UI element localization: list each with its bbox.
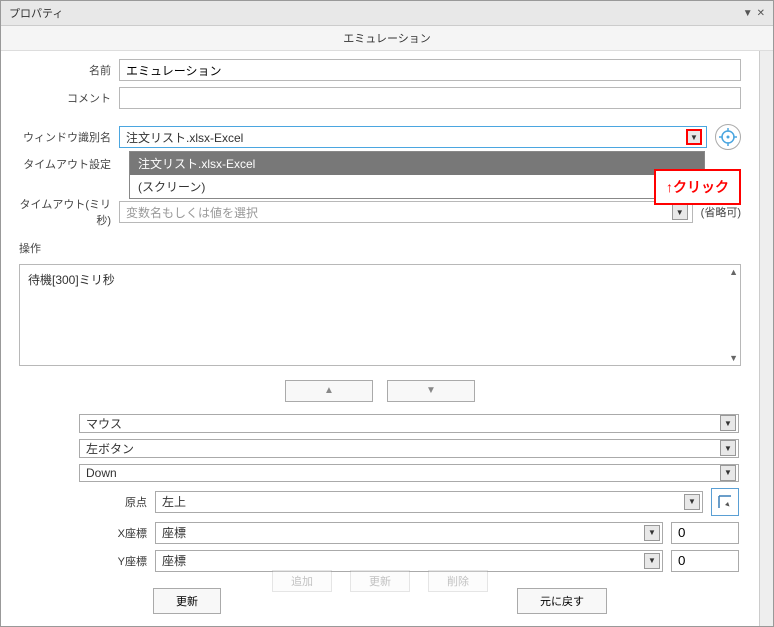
- mouse-combo[interactable]: マウス ▼: [79, 414, 739, 433]
- ops-scroll-up-icon[interactable]: ▲: [729, 267, 738, 277]
- windowid-dropdown-button[interactable]: ▼: [686, 129, 702, 145]
- comment-input[interactable]: [119, 87, 741, 109]
- action-dropdown-button[interactable]: ▼: [720, 465, 736, 481]
- timeout-setting-label: タイムアウト設定: [19, 156, 111, 172]
- mouse-value: マウス: [86, 415, 122, 432]
- action-combo[interactable]: Down ▼: [79, 464, 739, 482]
- name-label: 名前: [19, 62, 111, 78]
- comment-label: コメント: [19, 90, 111, 106]
- button-dropdown-button[interactable]: ▼: [720, 440, 736, 456]
- timeout-combo[interactable]: 変数名もしくは値を選択 ▼: [119, 201, 693, 223]
- close-icon[interactable]: ✕: [757, 8, 765, 19]
- button-value: 左ボタン: [86, 440, 134, 457]
- operations-area[interactable]: 待機[300]ミリ秒 ▲ ▼: [19, 264, 741, 366]
- ycoord-value-input[interactable]: [671, 550, 739, 572]
- move-down-button[interactable]: ▼: [387, 380, 475, 402]
- ops-scroll-down-icon[interactable]: ▼: [729, 353, 738, 363]
- section-header: エミュレーション: [1, 26, 773, 51]
- xcoord-label: X座標: [79, 525, 147, 541]
- windowid-combo[interactable]: 注文リスト.xlsx-Excel ▼: [119, 126, 707, 148]
- window-title: プロパティ: [9, 5, 63, 21]
- timeout-placeholder: 変数名もしくは値を選択: [124, 204, 672, 221]
- button-combo[interactable]: 左ボタン ▼: [79, 439, 739, 458]
- delete-button-faded: 削除: [428, 570, 488, 592]
- origin-combo[interactable]: 左上 ▼: [155, 491, 703, 513]
- windowid-value: 注文リスト.xlsx-Excel: [124, 129, 686, 146]
- origin-value: 左上: [162, 493, 186, 510]
- panel-scrollbar[interactable]: [759, 51, 773, 626]
- coordinate-picker-button[interactable]: [711, 488, 739, 516]
- target-picker-icon[interactable]: [715, 124, 741, 150]
- refresh-button-faded: 更新: [350, 570, 410, 592]
- windowid-label: ウィンドウ識別名: [19, 129, 111, 145]
- ycoord-dropdown-button[interactable]: ▼: [644, 553, 660, 569]
- omit-ok-text: (省略可): [701, 204, 741, 220]
- ycoord-label: Y座標: [79, 553, 147, 569]
- origin-dropdown-button[interactable]: ▼: [684, 494, 700, 510]
- operations-text: 待機[300]ミリ秒: [28, 273, 115, 287]
- origin-label: 原点: [79, 494, 147, 510]
- dropdown-option-2[interactable]: (スクリーン): [130, 175, 704, 198]
- xcoord-dropdown-button[interactable]: ▼: [644, 525, 660, 541]
- operations-label: 操作: [19, 240, 741, 256]
- name-input[interactable]: [119, 59, 741, 81]
- timeout-dropdown-button[interactable]: ▼: [672, 204, 688, 220]
- click-callout: ↑クリック: [654, 169, 741, 205]
- timeout-ms-label: タイムアウト(ミリ秒): [19, 196, 111, 228]
- revert-button[interactable]: 元に戻す: [517, 588, 607, 614]
- xcoord-type-value: 座標: [162, 524, 186, 541]
- xcoord-value-input[interactable]: [671, 522, 739, 544]
- add-button-faded: 追加: [272, 570, 332, 592]
- dropdown-option-1[interactable]: 注文リスト.xlsx-Excel: [130, 152, 704, 175]
- windowid-dropdown-list: 注文リスト.xlsx-Excel (スクリーン): [129, 151, 705, 199]
- action-value: Down: [86, 466, 117, 480]
- titlebar: プロパティ ▼ ✕: [1, 1, 773, 26]
- ycoord-type-value: 座標: [162, 552, 186, 569]
- move-up-button[interactable]: ▲: [285, 380, 373, 402]
- update-button[interactable]: 更新: [153, 588, 221, 614]
- pin-icon[interactable]: ▼: [743, 8, 753, 19]
- xcoord-type-combo[interactable]: 座標 ▼: [155, 522, 663, 544]
- mouse-dropdown-button[interactable]: ▼: [720, 415, 736, 431]
- ycoord-type-combo[interactable]: 座標 ▼: [155, 550, 663, 572]
